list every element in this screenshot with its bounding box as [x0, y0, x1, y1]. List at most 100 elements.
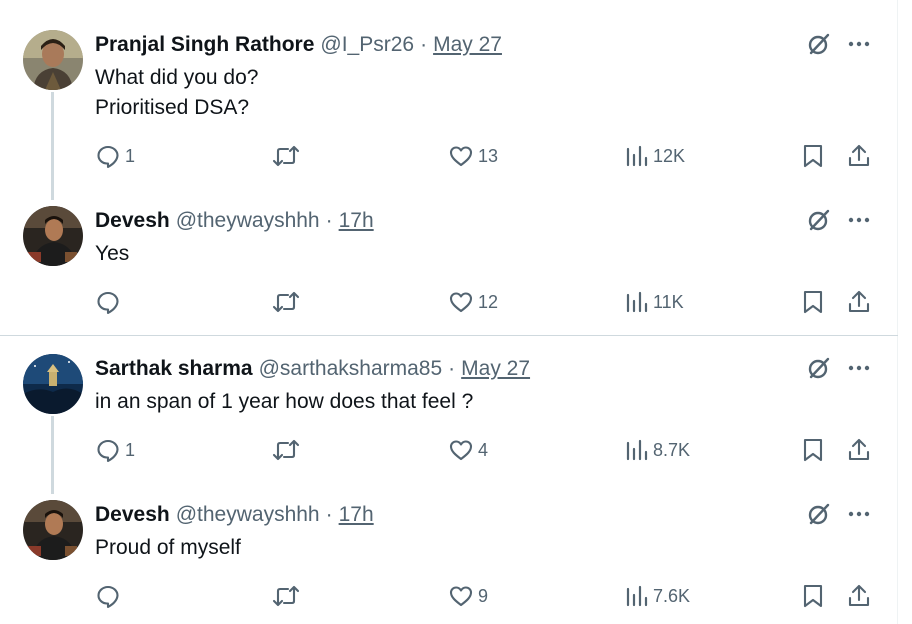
reply-icon	[97, 145, 119, 169]
retweet-icon	[272, 145, 300, 167]
share-icon	[848, 290, 870, 313]
view-count: 7.6K	[653, 585, 691, 606]
retweet-button[interactable]	[272, 582, 304, 610]
reply-button[interactable]	[95, 288, 125, 316]
tweet-header: Sarthak sharma @sarthaksharma85 · May 27	[95, 354, 530, 384]
separator-dot: ·	[325, 503, 333, 526]
timestamp[interactable]: 17h	[339, 209, 374, 233]
user-handle[interactable]: @theywayshhh	[176, 209, 320, 233]
retweet-button[interactable]	[272, 436, 304, 464]
bookmark-button[interactable]	[802, 142, 824, 170]
heart-icon	[449, 440, 473, 461]
tweet-text-line: What did you do?	[95, 66, 259, 89]
user-handle[interactable]: @sarthaksharma85	[259, 357, 443, 381]
tweet-text-line: Prioritised DSA?	[95, 96, 250, 119]
like-count: 13	[478, 145, 499, 166]
display-name[interactable]: Devesh	[95, 503, 170, 527]
more-icon[interactable]	[846, 31, 872, 57]
display-name[interactable]: Sarthak sharma	[95, 357, 253, 381]
retweet-icon	[272, 439, 300, 461]
retweet-icon	[272, 291, 300, 313]
reply-count: 1	[125, 145, 136, 166]
tweet-header: Devesh @theywayshhh · 17h	[95, 500, 374, 530]
tweet-text: What did you do? Prioritised DSA?	[95, 63, 258, 123]
retweet-icon	[272, 585, 300, 607]
bookmark-button[interactable]	[802, 436, 824, 464]
tweet-text-line: Proud of myself	[95, 536, 241, 559]
reply-button[interactable]: 1	[95, 436, 135, 464]
tweet[interactable]: Devesh @theywayshhh · 17h Yes 12 11K	[0, 190, 898, 335]
view-count: 8.7K	[653, 439, 691, 460]
bookmark-icon	[803, 438, 823, 462]
more-icon[interactable]	[846, 207, 872, 233]
avatar[interactable]	[23, 354, 83, 414]
heart-icon	[449, 586, 473, 607]
grok-icon[interactable]	[806, 501, 832, 527]
heart-icon	[449, 292, 473, 313]
views-icon	[626, 439, 648, 461]
views-icon	[626, 291, 648, 313]
tweet-text: Proud of myself	[95, 533, 241, 563]
heart-icon	[449, 146, 473, 167]
timestamp[interactable]: May 27	[433, 33, 502, 57]
separator-dot: ·	[448, 357, 456, 380]
tweet[interactable]: Pranjal Singh Rathore @I_Psr26 · May 27 …	[0, 0, 898, 190]
reply-icon	[97, 291, 119, 315]
separator-dot: ·	[420, 33, 428, 56]
share-icon	[848, 438, 870, 461]
reply-button[interactable]	[95, 582, 125, 610]
separator-dot: ·	[325, 209, 333, 232]
display-name[interactable]: Devesh	[95, 209, 170, 233]
share-button[interactable]	[847, 288, 871, 316]
share-button[interactable]	[847, 582, 871, 610]
tweet-header: Devesh @theywayshhh · 17h	[95, 206, 374, 236]
grok-icon[interactable]	[806, 355, 832, 381]
like-button[interactable]: 4	[448, 436, 488, 464]
views-button[interactable]: 8.7K	[625, 436, 690, 464]
bookmark-icon	[803, 584, 823, 608]
like-button[interactable]: 9	[448, 582, 488, 610]
views-button[interactable]: 11K	[625, 288, 684, 316]
more-icon[interactable]	[846, 501, 872, 527]
timestamp[interactable]: May 27	[461, 357, 530, 381]
share-button[interactable]	[847, 436, 871, 464]
reply-icon	[97, 439, 119, 463]
avatar[interactable]	[23, 206, 83, 266]
tweet-text-line: Yes	[95, 242, 130, 265]
reply-count: 1	[125, 439, 136, 460]
avatar[interactable]	[23, 30, 83, 90]
like-button[interactable]: 12	[448, 288, 498, 316]
views-icon	[626, 145, 648, 167]
grok-icon[interactable]	[806, 31, 832, 57]
bookmark-icon	[803, 144, 823, 168]
more-icon[interactable]	[846, 355, 872, 381]
retweet-button[interactable]	[272, 288, 304, 316]
bookmark-button[interactable]	[802, 288, 824, 316]
tweet[interactable]: Sarthak sharma @sarthaksharma85 · May 27…	[0, 336, 898, 486]
grok-icon[interactable]	[806, 207, 832, 233]
reply-button[interactable]: 1	[95, 142, 135, 170]
like-count: 4	[478, 439, 489, 460]
views-button[interactable]: 7.6K	[625, 582, 690, 610]
share-icon	[848, 584, 870, 607]
tweet-header: Pranjal Singh Rathore @I_Psr26 · May 27	[95, 30, 502, 60]
display-name[interactable]: Pranjal Singh Rathore	[95, 33, 314, 57]
user-handle[interactable]: @I_Psr26	[320, 33, 414, 57]
share-icon	[848, 144, 870, 167]
user-handle[interactable]: @theywayshhh	[176, 503, 320, 527]
timestamp[interactable]: 17h	[339, 503, 374, 527]
retweet-button[interactable]	[272, 142, 304, 170]
like-count: 12	[478, 291, 499, 312]
views-button[interactable]: 12K	[625, 142, 685, 170]
like-button[interactable]: 13	[448, 142, 498, 170]
reply-icon	[97, 585, 119, 609]
tweet-text: in an span of 1 year how does that feel …	[95, 387, 473, 417]
tweet[interactable]: Devesh @theywayshhh · 17h Proud of mysel…	[0, 486, 898, 624]
view-count: 12K	[653, 145, 686, 166]
avatar[interactable]	[23, 500, 83, 560]
bookmark-button[interactable]	[802, 582, 824, 610]
view-count: 11K	[653, 291, 684, 312]
like-count: 9	[478, 585, 489, 606]
share-button[interactable]	[847, 142, 871, 170]
bookmark-icon	[803, 290, 823, 314]
